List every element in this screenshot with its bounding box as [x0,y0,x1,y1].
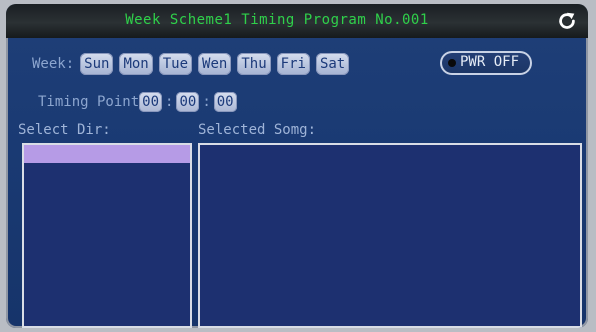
minute-field[interactable]: 00 [176,92,200,112]
timing-point-row: Timing Point 00 : 00 : 00 [38,91,237,113]
day-button-mon[interactable]: Mon [119,53,153,75]
selected-directory-row[interactable] [24,145,190,163]
day-button-tue[interactable]: Tue [158,53,193,75]
second-field[interactable]: 00 [213,92,237,112]
power-label: PWR OFF [460,54,520,70]
title-bar: Week Scheme1 Timing Program No.001 [6,4,588,38]
day-button-fri[interactable]: Fri [276,53,310,75]
time-separator: : [202,94,211,110]
device-screen: Week Scheme1 Timing Program No.001 Week:… [6,4,588,328]
time-separator: : [165,94,174,110]
song-list[interactable] [198,143,582,328]
directory-list[interactable] [22,143,192,328]
day-button-wen[interactable]: Wen [198,53,232,75]
return-arrow-icon[interactable] [556,10,578,32]
day-button-sat[interactable]: Sat [315,53,350,75]
week-row: Week: Sun Mon Tue Wen Thu Fri Sat [32,52,350,76]
selected-song-label: Selected Somg: [198,122,317,138]
day-button-thu[interactable]: Thu [237,53,271,75]
page-title: Week Scheme1 Timing Program No.001 [125,12,429,28]
hour-field[interactable]: 00 [139,92,163,112]
week-label: Week: [32,56,75,72]
timing-point-label: Timing Point [38,94,140,110]
power-indicator-dot [448,59,456,67]
select-dir-label: Select Dir: [18,122,111,138]
power-toggle-button[interactable]: PWR OFF [440,51,532,75]
day-button-sun[interactable]: Sun [80,53,114,75]
